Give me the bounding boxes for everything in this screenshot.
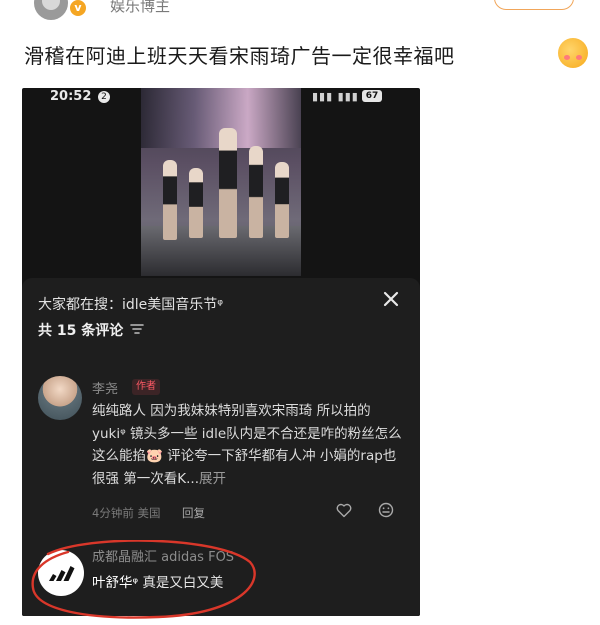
notification-count-badge: 2 (98, 91, 110, 103)
author-badge: 作者 (132, 379, 160, 395)
dislike-face-icon[interactable] (378, 502, 394, 518)
embedded-phone-screenshot[interactable]: 20:52 2 ▮▮▮ ▮▮▮ 67 大家都在搜：idle美国音乐节ᵠ 共 15… (22, 88, 420, 616)
heart-icon[interactable] (336, 503, 352, 518)
verified-badge-icon: v (70, 0, 86, 16)
comment-body: 纯纯路人 因为我妹妹特别喜欢宋雨琦 所以拍的 yukiᵠ 镜头多一些 idle队… (92, 400, 402, 490)
post-text: 滑稽在阿迪上班天天看宋雨琦广告一定很幸福吧 (24, 44, 455, 68)
battery-icon: 67 (362, 90, 382, 102)
dancer-figure (275, 162, 289, 238)
red-circle-annotation (31, 540, 256, 619)
signal-icon: ▮▮▮ ▮▮▮ (312, 90, 359, 103)
poster-avatar[interactable] (34, 0, 68, 20)
comment-text: 纯纯路人 因为我妹妹特别喜欢宋雨琦 所以拍的 yukiᵠ 镜头多一些 idle队… (92, 403, 402, 487)
comment-count: 共 15 条评论 (38, 323, 124, 339)
comment-meta: 4分钟前 美国 (92, 506, 161, 520)
commenter-avatar[interactable] (38, 376, 82, 420)
smiling-face-with-hearts-icon (558, 38, 588, 68)
status-bar: 20:52 2 ▮▮▮ ▮▮▮ 67 (22, 88, 420, 108)
status-time: 20:52 (50, 89, 92, 104)
follow-button[interactable] (494, 0, 574, 10)
sort-filter-icon[interactable] (130, 322, 144, 336)
concert-video[interactable] (141, 88, 301, 276)
dancer-figure (219, 128, 237, 238)
reply-button[interactable]: 回复 (182, 505, 205, 521)
commenter-name[interactable]: 李尧 (92, 378, 118, 397)
poster-username[interactable]: 娱乐博主 (110, 0, 170, 16)
expand-link[interactable]: 展开 (199, 471, 226, 487)
dancer-figure (163, 160, 177, 240)
close-icon[interactable] (380, 288, 402, 310)
dancer-figure (249, 146, 263, 238)
dancer-figure (189, 168, 203, 238)
trending-search-link[interactable]: 大家都在搜：idle美国音乐节ᵠ (38, 294, 223, 314)
